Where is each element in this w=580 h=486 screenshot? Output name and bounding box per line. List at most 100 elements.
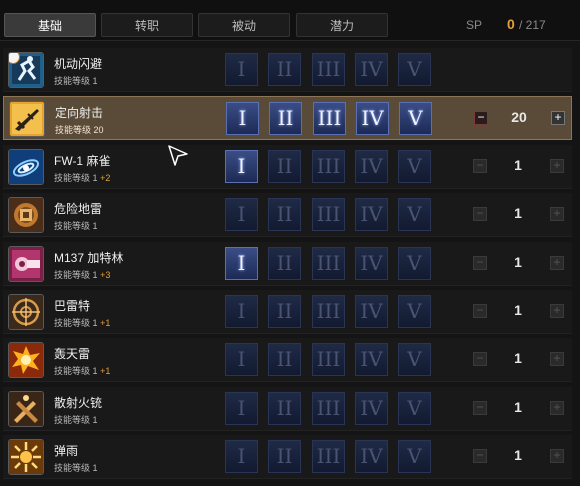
rune-slot-5[interactable]: V [398,440,431,473]
increase-level-button[interactable]: + [550,159,564,173]
rune-slot-4[interactable]: IV [356,102,389,135]
skill-level-value: 1 [92,173,98,183]
rune-slot-4[interactable]: IV [355,198,388,231]
rune-slot-3[interactable]: III [312,198,345,231]
tab-class-change[interactable]: 转职 [101,13,193,37]
decrease-level-button[interactable]: − [474,111,488,125]
rune-slot-4[interactable]: IV [355,343,388,376]
skill-row[interactable]: 轰天雷 技能等级 1 +1 I II III IV V −1 + [3,338,572,382]
increase-level-button[interactable]: + [550,449,564,463]
rune-slot-1[interactable]: I [225,198,258,231]
skill-level-bonus: +1 [100,318,111,328]
skill-row[interactable]: 散射火铳 技能等级 1 I II III IV V −1 + [3,387,572,431]
skill-level-value: 1 [92,366,98,376]
rune-slot-2[interactable]: II [268,392,301,425]
rune-slot-5[interactable]: V [398,392,431,425]
tab-potential[interactable]: 潜力 [296,13,388,37]
rune-slot-1[interactable]: I [226,102,259,135]
rune-slot-2[interactable]: II [268,53,301,86]
rune-slot-3[interactable]: III [312,343,345,376]
skill-name: 危险地雷 [54,202,103,216]
skill-level-value: 1 [92,76,98,86]
rune-slot-1[interactable]: I [225,150,258,183]
rune-slot-3[interactable]: III [312,440,345,473]
decrease-level-button[interactable]: − [473,352,487,366]
sp-total: / 217 [519,18,546,32]
rune-slot-3[interactable]: III [312,295,345,328]
skill-row[interactable]: 危险地雷 技能等级 1 I II III IV V −1 + [3,193,572,237]
rune-slot-4[interactable]: IV [355,392,388,425]
rune-slot-1[interactable]: I [225,247,258,280]
rune-slot-4[interactable]: IV [355,295,388,328]
rune-slot-5[interactable]: V [398,198,431,231]
sniper-icon [8,294,44,330]
skill-level-counter: 1 [514,302,522,318]
rune-slot-2[interactable]: II [268,440,301,473]
rune-slot-1[interactable]: I [225,53,258,86]
increase-level-button[interactable]: + [550,304,564,318]
rune-slot-4[interactable]: IV [355,150,388,183]
skill-level-value: 1 [92,463,98,473]
skill-level-counter: 1 [514,205,522,221]
rune-slot-5[interactable]: V [398,343,431,376]
rune-slot-2[interactable]: II [268,198,301,231]
decrease-level-button[interactable]: − [473,401,487,415]
mouse-cursor-icon [168,145,188,166]
rune-slot-5[interactable]: V [398,53,431,86]
rune-slot-1[interactable]: I [225,295,258,328]
rune-slot-5[interactable]: V [399,102,432,135]
increase-level-button[interactable]: + [550,207,564,221]
rune-slot-3[interactable]: III [313,102,346,135]
rune-slot-2[interactable]: II [268,247,301,280]
bullet-rain-icon [8,439,44,475]
rune-slot-3[interactable]: III [312,392,345,425]
rune-slot-2[interactable]: II [268,343,301,376]
skill-row[interactable]: 机动闪避 技能等级 1 I II III IV V [3,48,572,92]
increase-level-button[interactable]: + [550,352,564,366]
decrease-level-button[interactable]: − [473,449,487,463]
rune-slot-3[interactable]: III [312,247,345,280]
rune-slot-4[interactable]: IV [355,247,388,280]
skill-level: 技能等级 1 +1 [54,316,110,329]
skill-level-bonus: +3 [100,270,111,280]
tab-basic[interactable]: 基础 [4,13,96,37]
skill-level-bonus: +2 [100,173,111,183]
skill-row[interactable]: 定向射击 技能等级 20 I II III IV V −20 + [3,96,572,140]
rune-slot-4[interactable]: IV [355,440,388,473]
decrease-level-button[interactable]: − [473,159,487,173]
skill-row[interactable]: 巴雷特 技能等级 1 +1 I II III IV V −1 + [3,290,572,334]
rune-slot-5[interactable]: V [398,295,431,328]
rune-slot-4[interactable]: IV [355,53,388,86]
rune-slot-1[interactable]: I [225,392,258,425]
increase-level-button[interactable]: + [550,256,564,270]
decrease-level-button[interactable]: − [473,304,487,318]
skill-level: 技能等级 1 +2 [54,171,110,184]
skill-level-prefix: 技能等级 [54,76,91,86]
rune-slot-5[interactable]: V [398,150,431,183]
decrease-level-button[interactable]: − [473,207,487,221]
skill-level-counter: 1 [514,399,522,415]
rune-slot-5[interactable]: V [398,247,431,280]
rune-slot-2[interactable]: II [269,102,302,135]
skill-row[interactable]: FW-1 麻雀 技能等级 1 +2 I II III IV V −1 + [3,145,572,189]
increase-level-button[interactable]: + [551,111,565,125]
rune-slot-3[interactable]: III [312,150,345,183]
rune-slot-2[interactable]: II [268,295,301,328]
skill-level-prefix: 技能等级 [54,221,91,231]
skill-level-prefix: 技能等级 [54,270,91,280]
increase-level-button[interactable]: + [550,401,564,415]
skill-level-value: 1 [92,318,98,328]
sp-label: SP [466,18,483,32]
skill-level-value: 1 [92,270,98,280]
gatling-icon [8,246,44,282]
rune-slot-1[interactable]: I [225,343,258,376]
tab-passive[interactable]: 被动 [198,13,290,37]
skill-level: 技能等级 1 [54,219,98,232]
skill-row[interactable]: 弹雨 技能等级 1 I II III IV V −1 + [3,435,572,479]
decrease-level-button[interactable]: − [473,256,487,270]
rune-slot-1[interactable]: I [225,440,258,473]
skill-level: 技能等级 1 +1 [54,364,110,377]
rune-slot-3[interactable]: III [312,53,345,86]
skill-row[interactable]: M137 加特林 技能等级 1 +3 I II III IV V −1 + [3,242,572,286]
rune-slot-2[interactable]: II [268,150,301,183]
